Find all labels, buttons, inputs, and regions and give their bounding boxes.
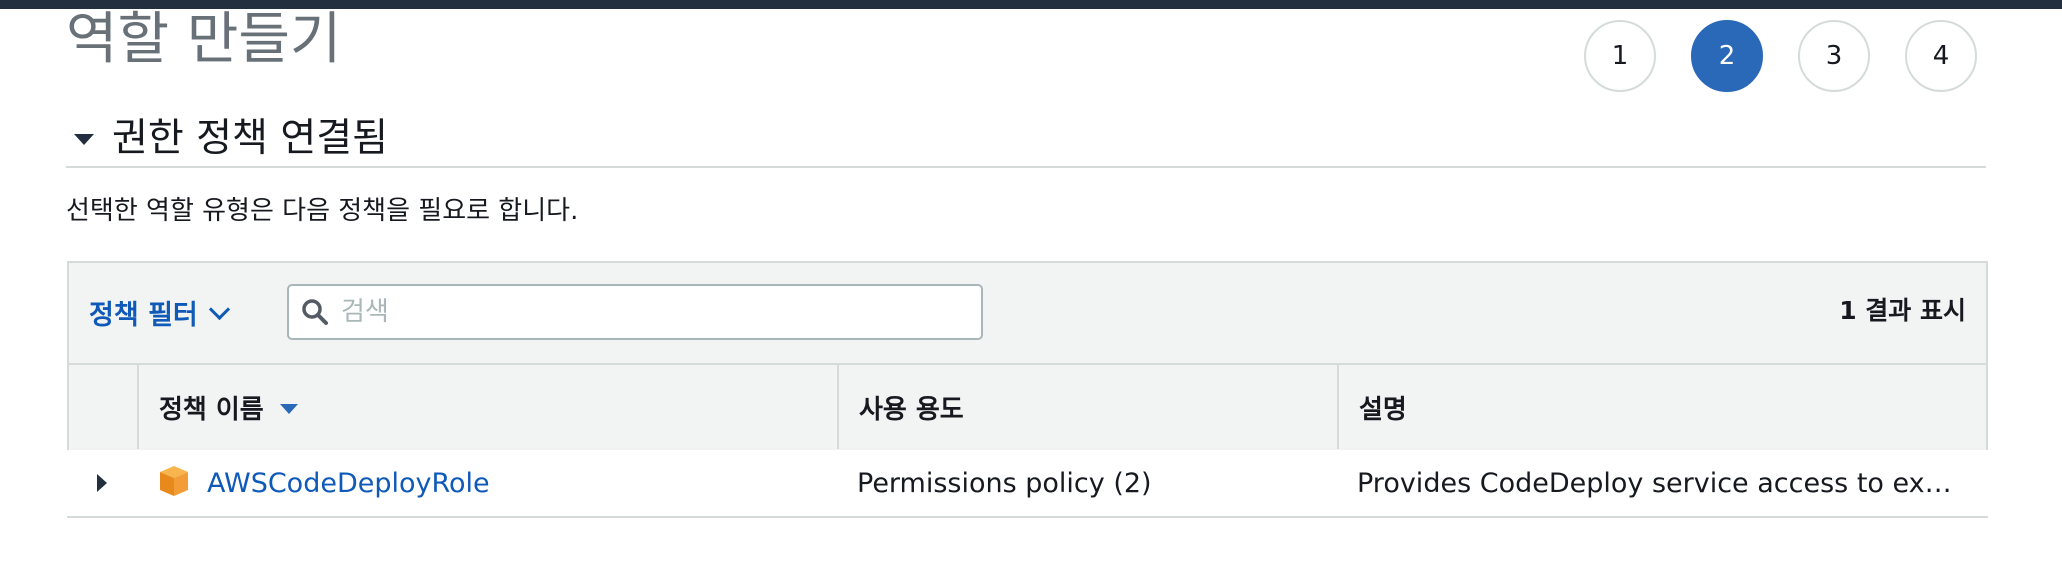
- step-2-current[interactable]: 2: [1691, 20, 1763, 92]
- wizard-steps: 1 2 3 4: [1584, 20, 1977, 92]
- column-header-usage[interactable]: 사용 용도: [837, 365, 1337, 449]
- column-header-policy-name[interactable]: 정책 이름: [137, 365, 837, 449]
- caret-right-icon: [97, 474, 107, 492]
- step-4[interactable]: 4: [1905, 20, 1977, 92]
- column-header-description-label: 설명: [1359, 394, 1407, 425]
- step-1[interactable]: 1: [1584, 20, 1656, 92]
- section-description: 선택한 역할 유형은 다음 정책을 필요로 합니다.: [66, 196, 579, 226]
- policy-name-link[interactable]: AWSCodeDeployRole: [207, 468, 490, 499]
- column-header-description[interactable]: 설명: [1337, 365, 1986, 449]
- policy-usage-cell: Permissions policy (2): [857, 467, 1152, 499]
- column-header-usage-label: 사용 용도: [859, 394, 964, 425]
- step-3[interactable]: 3: [1798, 20, 1870, 92]
- page-title: 역할 만들기: [66, 7, 342, 72]
- column-header-policy-name-label: 정책 이름: [159, 394, 264, 425]
- sort-descending-icon[interactable]: [279, 404, 298, 414]
- section-title: 권한 정책 연결됨: [112, 116, 388, 161]
- chevron-down-icon: [208, 298, 230, 321]
- policy-name-cell: AWSCodeDeployRole: [137, 466, 837, 499]
- policy-description-cell: Provides CodeDeploy service access to ex…: [1357, 467, 1988, 499]
- collapse-caret-icon[interactable]: [74, 133, 94, 145]
- section-header-permissions[interactable]: 권한 정책 연결됨: [66, 104, 1986, 168]
- search-icon: [301, 298, 329, 326]
- policy-table: 정책 필터 1 결과 표시 정책 이름 사용 용도 설명: [67, 261, 1988, 450]
- policy-filter-label: 정책 필터: [89, 300, 198, 331]
- search-box[interactable]: [287, 284, 983, 340]
- table-row: AWSCodeDeployRole Permissions policy (2)…: [67, 450, 1988, 518]
- policy-filter-dropdown[interactable]: 정책 필터: [89, 293, 230, 332]
- search-input[interactable]: [339, 296, 943, 328]
- table-filter-bar: 정책 필터 1 결과 표시: [69, 263, 1986, 365]
- table-header-row: 정책 이름 사용 용도 설명: [69, 365, 1986, 449]
- result-count: 1 결과 표시: [1839, 296, 1966, 325]
- policy-box-icon: [157, 464, 191, 498]
- header-expander-column: [69, 365, 137, 449]
- row-expand-toggle[interactable]: [67, 450, 137, 516]
